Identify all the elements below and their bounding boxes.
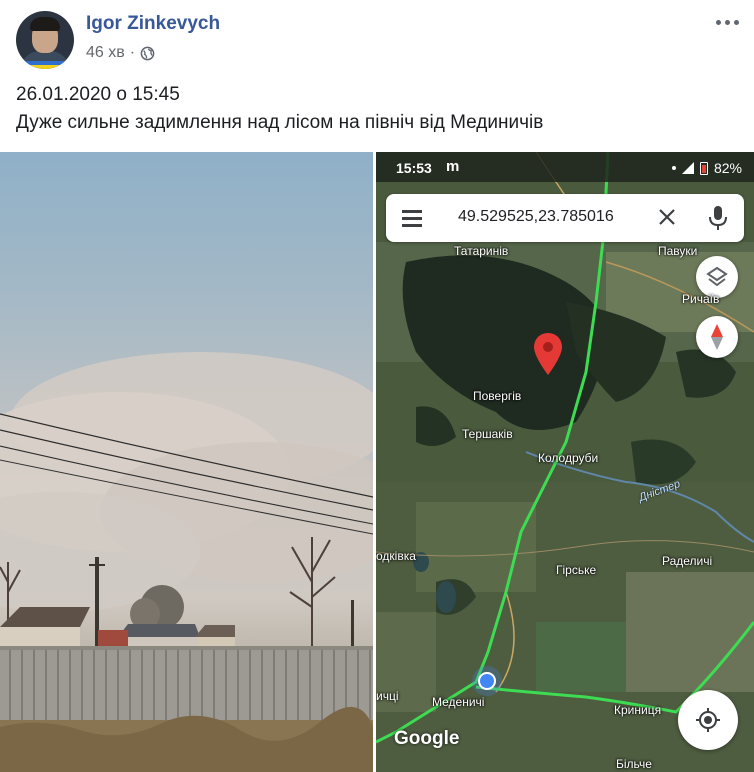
my-location-dot (478, 672, 496, 690)
post-text-line-1: 26.01.2020 о 15:45 (16, 84, 180, 105)
status-time: 15:53 (396, 160, 432, 176)
signal-icon (681, 162, 694, 174)
author-name[interactable]: Igor Zinkevych (86, 13, 220, 35)
place-label: Раделичі (662, 554, 713, 568)
crosshair-icon (696, 708, 720, 732)
avatar-hair (30, 17, 60, 31)
place-label: ичці (376, 689, 399, 703)
meta-separator: · (129, 44, 136, 61)
place-label: Меденичі (432, 695, 485, 709)
post-text-line-2: Дуже сильне задимлення над лісом на півн… (16, 112, 544, 133)
place-label: Ричаїв (682, 292, 720, 306)
place-label: Криниця (614, 703, 662, 717)
place-label: Більче (616, 757, 652, 771)
map-screenshot[interactable]: 15:53 m 82% 49.529525,23.785016 Татарині… (376, 152, 754, 772)
close-icon[interactable] (656, 206, 678, 228)
avatar[interactable] (16, 11, 74, 69)
place-label: Колодруби (538, 451, 599, 465)
phone-status-bar: 15:53 m 82% (376, 152, 754, 182)
place-label: Повергів (473, 389, 522, 403)
map-search-bar[interactable]: 49.529525,23.785016 (386, 194, 744, 242)
ellipsis-dot (724, 19, 730, 25)
hamburger-menu-icon[interactable] (402, 209, 424, 227)
google-logo: Google (394, 728, 460, 749)
compass-icon (711, 324, 723, 350)
status-right: 82% (671, 160, 742, 176)
compass-button[interactable] (696, 316, 738, 358)
battery-level: 82% (713, 160, 742, 176)
facebook-post: Igor Zinkevych 46 хв · 26.01.2020 о 15:4… (0, 0, 754, 772)
status-carrier: m (446, 158, 460, 175)
layers-icon (706, 266, 728, 287)
place-label: Павуки (658, 244, 698, 258)
ellipsis-dot (715, 19, 721, 25)
microphone-icon[interactable] (708, 205, 728, 231)
more-options-button[interactable] (712, 8, 742, 36)
place-label: Гірське (556, 563, 597, 577)
post-meta: 46 хв · (86, 44, 155, 62)
notification-dot-icon (671, 166, 676, 170)
photo-scene (0, 352, 373, 772)
place-label: Татаринів (454, 244, 509, 258)
map-pin-icon[interactable] (534, 333, 562, 375)
search-query[interactable]: 49.529525,23.785016 (458, 208, 614, 226)
place-label: одківка (376, 549, 416, 563)
smoke-photo[interactable] (0, 152, 373, 772)
avatar-flag-yellow (16, 65, 74, 69)
my-location-button[interactable] (678, 690, 738, 750)
place-label: Тершаків (462, 427, 513, 441)
ellipsis-dot (733, 19, 739, 25)
post-time[interactable]: 46 хв (86, 44, 125, 62)
globe-icon[interactable] (140, 46, 155, 61)
battery-icon (699, 161, 708, 175)
